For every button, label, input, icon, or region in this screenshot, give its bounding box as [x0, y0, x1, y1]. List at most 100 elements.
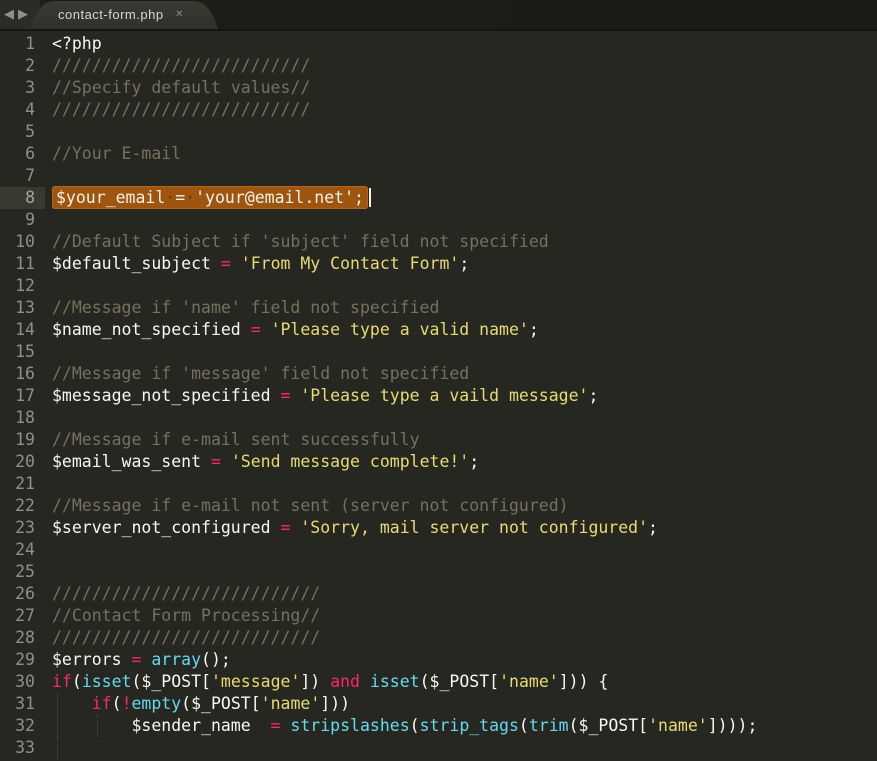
code-line[interactable]: 13//Message if 'name' field not specifie…	[0, 297, 877, 319]
code-token: 'name'	[499, 672, 559, 691]
code-token: <?php	[52, 34, 102, 53]
code-line[interactable]: 4 //////////////////////////	[0, 99, 877, 121]
code-line[interactable]: 2//////////////////////////	[0, 55, 877, 77]
code-token: 'message'	[211, 672, 300, 691]
code-token: $sender_name	[52, 716, 271, 735]
code-token: //////////////////////////	[52, 56, 310, 75]
code-line[interactable]: 27//Contact Form Processing//	[0, 605, 877, 627]
code-token: $message_not_specified	[52, 386, 280, 405]
code-token: $errors	[52, 650, 131, 669]
code-token: =	[221, 254, 231, 273]
code-line[interactable]: 10 //Default Subject if 'subject' field n…	[0, 231, 877, 253]
code-token: if	[92, 694, 112, 713]
code-line[interactable]: 1 <?php	[0, 33, 877, 55]
code-line[interactable]: 29$errors = array();	[0, 649, 877, 671]
code-token: strip_tags	[420, 716, 519, 735]
code-token: ])));	[708, 716, 758, 735]
code-token: =	[211, 452, 221, 471]
code-line[interactable]: 32 $sender_name = stripslashes(strip_tag…	[0, 715, 877, 737]
code-token: if	[52, 672, 72, 691]
line-number: 4	[0, 99, 45, 121]
code-token: ($_POST[	[420, 672, 499, 691]
code-token: ///////////////////////////	[52, 584, 320, 603]
code-token: $default_subject	[52, 254, 221, 273]
line-number: 13	[0, 297, 45, 319]
code-token: $server_not_configured	[52, 518, 280, 537]
indent-guide	[97, 715, 98, 737]
code-line[interactable]: 9	[0, 209, 877, 231]
code-text: //Default Subject if 'subject' field not…	[52, 231, 549, 253]
code-text: $name_not_specified = 'Please type a val…	[52, 319, 539, 341]
line-number: 1	[0, 33, 45, 55]
code-line[interactable]: 17$message_not_specified = 'Please type …	[0, 385, 877, 407]
code-line[interactable]: 7	[0, 165, 877, 187]
line-number: 15	[0, 341, 45, 363]
line-number: 10	[0, 231, 45, 253]
line-number: 32	[0, 715, 45, 737]
code-line[interactable]: 30if(isset($_POST['message']) and isset(…	[0, 671, 877, 693]
code-text: //////////////////////////	[52, 99, 310, 121]
code-token: //Specify default values//	[52, 78, 310, 97]
code-token: ;	[648, 518, 658, 537]
tab-nav-arrows: ◀ ▶	[4, 0, 28, 29]
selection-highlight: $your_email·=·'your@email.net';	[52, 186, 368, 209]
line-number: 33	[0, 737, 45, 759]
code-token	[280, 716, 290, 735]
code-line[interactable]: 20 $email_was_sent = 'Send message comple…	[0, 451, 877, 473]
line-number: 9	[0, 209, 45, 231]
code-line[interactable]: 18	[0, 407, 877, 429]
code-line[interactable]: 28///////////////////////////	[0, 627, 877, 649]
code-token: //Message if e-mail not sent (server not…	[52, 496, 569, 515]
code-line[interactable]: 3 //Specify default values//	[0, 77, 877, 99]
code-line[interactable]: 11$default_subject = 'From My Contact Fo…	[0, 253, 877, 275]
code-line[interactable]: 21	[0, 473, 877, 495]
tab-contact-form-php[interactable]: contact-form.php ✕	[30, 1, 218, 29]
indent-guide	[57, 715, 58, 737]
code-token: (	[410, 716, 420, 735]
code-token: ]))	[320, 694, 350, 713]
code-line[interactable]: 23$server_not_configured = 'Sorry, mail …	[0, 517, 877, 539]
code-token: isset	[370, 672, 420, 691]
code-line[interactable]: 12	[0, 275, 877, 297]
code-token: 'Sorry, mail server not configured'	[300, 518, 648, 537]
code-text: //////////////////////////	[52, 55, 310, 77]
code-token	[290, 386, 300, 405]
code-line[interactable]: 15	[0, 341, 877, 363]
editor-window: ◀ ▶ contact-form.php ✕ 1 <?php 2//////////…	[0, 0, 877, 761]
code-line[interactable]: 24	[0, 539, 877, 561]
code-token	[231, 254, 241, 273]
code-token: =	[175, 188, 185, 207]
code-line[interactable]: 22//Message if e-mail not sent (server n…	[0, 495, 877, 517]
code-text: $your_email·=·'your@email.net';	[52, 187, 371, 209]
code-editor[interactable]: 1 <?php 2//////////////////////////3 //Spec…	[0, 31, 877, 761]
indent-guide	[57, 693, 58, 715]
line-number: 14	[0, 319, 45, 341]
code-line[interactable]: 26///////////////////////////	[0, 583, 877, 605]
code-token	[290, 518, 300, 537]
code-text: <?php	[52, 33, 102, 55]
code-line[interactable]: 6//Your E-mail	[0, 143, 877, 165]
code-line[interactable]: 14 $name_not_specified = 'Please type a v…	[0, 319, 877, 341]
line-number: 3	[0, 77, 45, 99]
code-token: $your_email	[56, 188, 165, 207]
code-line[interactable]: 31 if(!empty($_POST['name']))	[0, 693, 877, 715]
nav-back-icon[interactable]: ◀	[4, 8, 14, 21]
code-line[interactable]: 25	[0, 561, 877, 583]
indent-guide	[57, 737, 58, 759]
code-text: //Contact Form Processing//	[52, 605, 320, 627]
line-number: 23	[0, 517, 45, 539]
code-line[interactable]: 33	[0, 737, 877, 759]
code-line[interactable]: 5	[0, 121, 877, 143]
code-token: //Default Subject if 'subject' field not…	[52, 232, 549, 251]
code-line[interactable]: 19//Message if e-mail sent successfully	[0, 429, 877, 451]
code-token	[360, 672, 370, 691]
line-number: 20	[0, 451, 45, 473]
code-line[interactable]: 16//Message if 'message' field not speci…	[0, 363, 877, 385]
code-text: if(!empty($_POST['name']))	[52, 693, 350, 715]
nav-forward-icon[interactable]: ▶	[18, 8, 28, 21]
code-text: $email_was_sent = 'Send message complete…	[52, 451, 479, 473]
tab-bar: ◀ ▶ contact-form.php ✕	[0, 0, 877, 31]
tab-close-icon[interactable]: ✕	[175, 10, 184, 20]
code-line[interactable]: 8$your_email·=·'your@email.net';	[0, 187, 877, 209]
line-number: 30	[0, 671, 45, 693]
